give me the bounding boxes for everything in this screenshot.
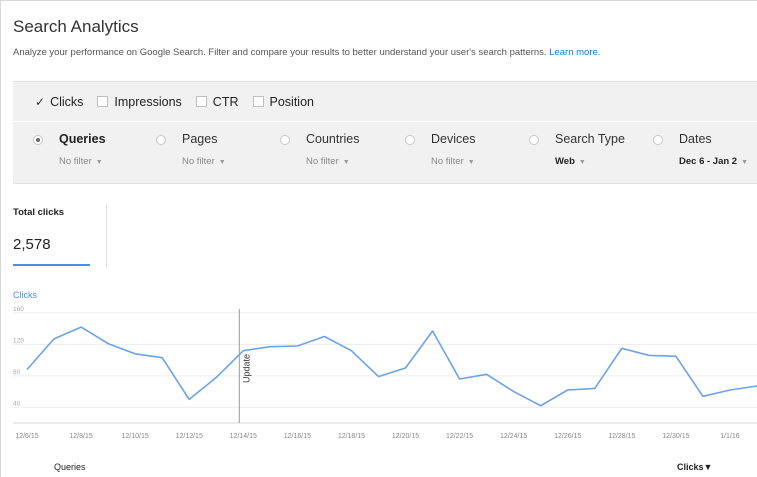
table-column-clicks-sort[interactable]: Clicks▼ xyxy=(677,462,712,472)
y-tick-label: 160 xyxy=(13,306,24,313)
x-tick-label: 12/30/15 xyxy=(662,433,689,440)
x-tick-label: 12/22/15 xyxy=(446,433,473,440)
metric-position[interactable]: Position xyxy=(252,94,314,109)
x-tick-label: 12/14/15 xyxy=(230,433,257,440)
checkmark-icon: ✓ xyxy=(35,94,46,109)
x-tick-label: 12/26/15 xyxy=(554,433,581,440)
total-clicks-underline xyxy=(13,264,90,266)
radio-icon xyxy=(156,135,166,145)
clicks-chart: 40 80 120 160 Update 12/6/15 12/8/15 12/10/15 12… xyxy=(13,306,757,440)
chart-ylabel: Clicks xyxy=(13,290,37,300)
page-title: Search Analytics xyxy=(13,17,139,36)
caret-down-icon: ▼ xyxy=(741,159,749,166)
subtitle-text: Analyze your performance on Google Searc… xyxy=(13,47,547,58)
metric-label: Position xyxy=(269,94,314,109)
radio-icon xyxy=(405,135,415,145)
group-filter[interactable]: Web ▼ xyxy=(555,156,586,167)
group-by-bar: Queries No filter ▼ Pages No filter ▼ Coun… xyxy=(13,122,757,184)
group-filter[interactable]: No filter ▼ xyxy=(431,156,475,167)
radio-selected-icon xyxy=(33,135,43,145)
series-line xyxy=(26,326,757,407)
caret-down-icon: ▼ xyxy=(467,159,475,166)
caret-down-icon: ▼ xyxy=(578,159,586,166)
table-column-queries[interactable]: Queries xyxy=(54,462,86,472)
x-tick-label: 12/20/15 xyxy=(392,433,419,440)
metric-label: Clicks xyxy=(50,94,84,109)
x-tick-label: 1/1/16 xyxy=(720,433,740,440)
metric-impressions[interactable]: Impressions xyxy=(97,94,182,109)
group-name: Search Type xyxy=(555,132,625,146)
y-tick-label: 40 xyxy=(13,400,21,407)
metric-clicks[interactable]: ✓ Clicks xyxy=(35,95,83,109)
caret-down-icon: ▼ xyxy=(218,159,226,166)
x-tick-label: 12/24/15 xyxy=(500,433,527,440)
radio-icon xyxy=(529,135,539,145)
checkbox-icon xyxy=(252,96,264,107)
page-subtitle: Analyze your performance on Google Searc… xyxy=(13,47,600,58)
group-name: Countries xyxy=(306,132,360,146)
group-filter[interactable]: Dec 6 - Jan 2 ▼ xyxy=(679,156,748,167)
group-name: Devices xyxy=(431,132,476,146)
metric-ctr[interactable]: CTR xyxy=(195,94,239,109)
total-clicks-label: Total clicks xyxy=(13,207,65,218)
metric-label: CTR xyxy=(212,94,239,109)
y-tick-label: 120 xyxy=(13,337,24,344)
radio-icon xyxy=(280,135,290,145)
radio-icon xyxy=(653,135,663,145)
x-tick-label: 12/28/15 xyxy=(608,433,635,440)
totals-divider xyxy=(106,204,107,268)
group-name: Dates xyxy=(679,132,712,146)
total-clicks-value: 2,578 xyxy=(13,236,51,253)
group-filter[interactable]: No filter ▼ xyxy=(59,156,103,167)
x-tick-label: 12/10/15 xyxy=(122,433,149,440)
x-tick-label: 12/16/15 xyxy=(284,433,311,440)
caret-down-icon: ▼ xyxy=(342,159,350,166)
checkbox-icon xyxy=(97,96,109,107)
group-filter[interactable]: No filter ▼ xyxy=(182,156,226,167)
group-filter[interactable]: No filter ▼ xyxy=(306,156,350,167)
x-tick-label: 12/6/15 xyxy=(15,433,38,440)
metric-label: Impressions xyxy=(114,94,182,109)
search-analytics-panel: Search Analytics Analyze your performanc… xyxy=(0,0,757,477)
metrics-bar: ✓ Clicks Impressions CTR Position xyxy=(13,81,757,121)
learn-more-link[interactable]: Learn more. xyxy=(549,47,600,58)
group-name: Queries xyxy=(59,132,106,146)
group-name: Pages xyxy=(182,132,218,146)
x-tick-label: 12/12/15 xyxy=(176,433,203,440)
checkbox-icon xyxy=(195,96,207,107)
caret-down-icon: ▼ xyxy=(95,159,103,166)
annotation-label: Update xyxy=(241,354,251,383)
x-tick-label: 12/8/15 xyxy=(69,433,92,440)
y-tick-label: 80 xyxy=(13,369,21,376)
x-tick-label: 12/18/15 xyxy=(338,433,365,440)
